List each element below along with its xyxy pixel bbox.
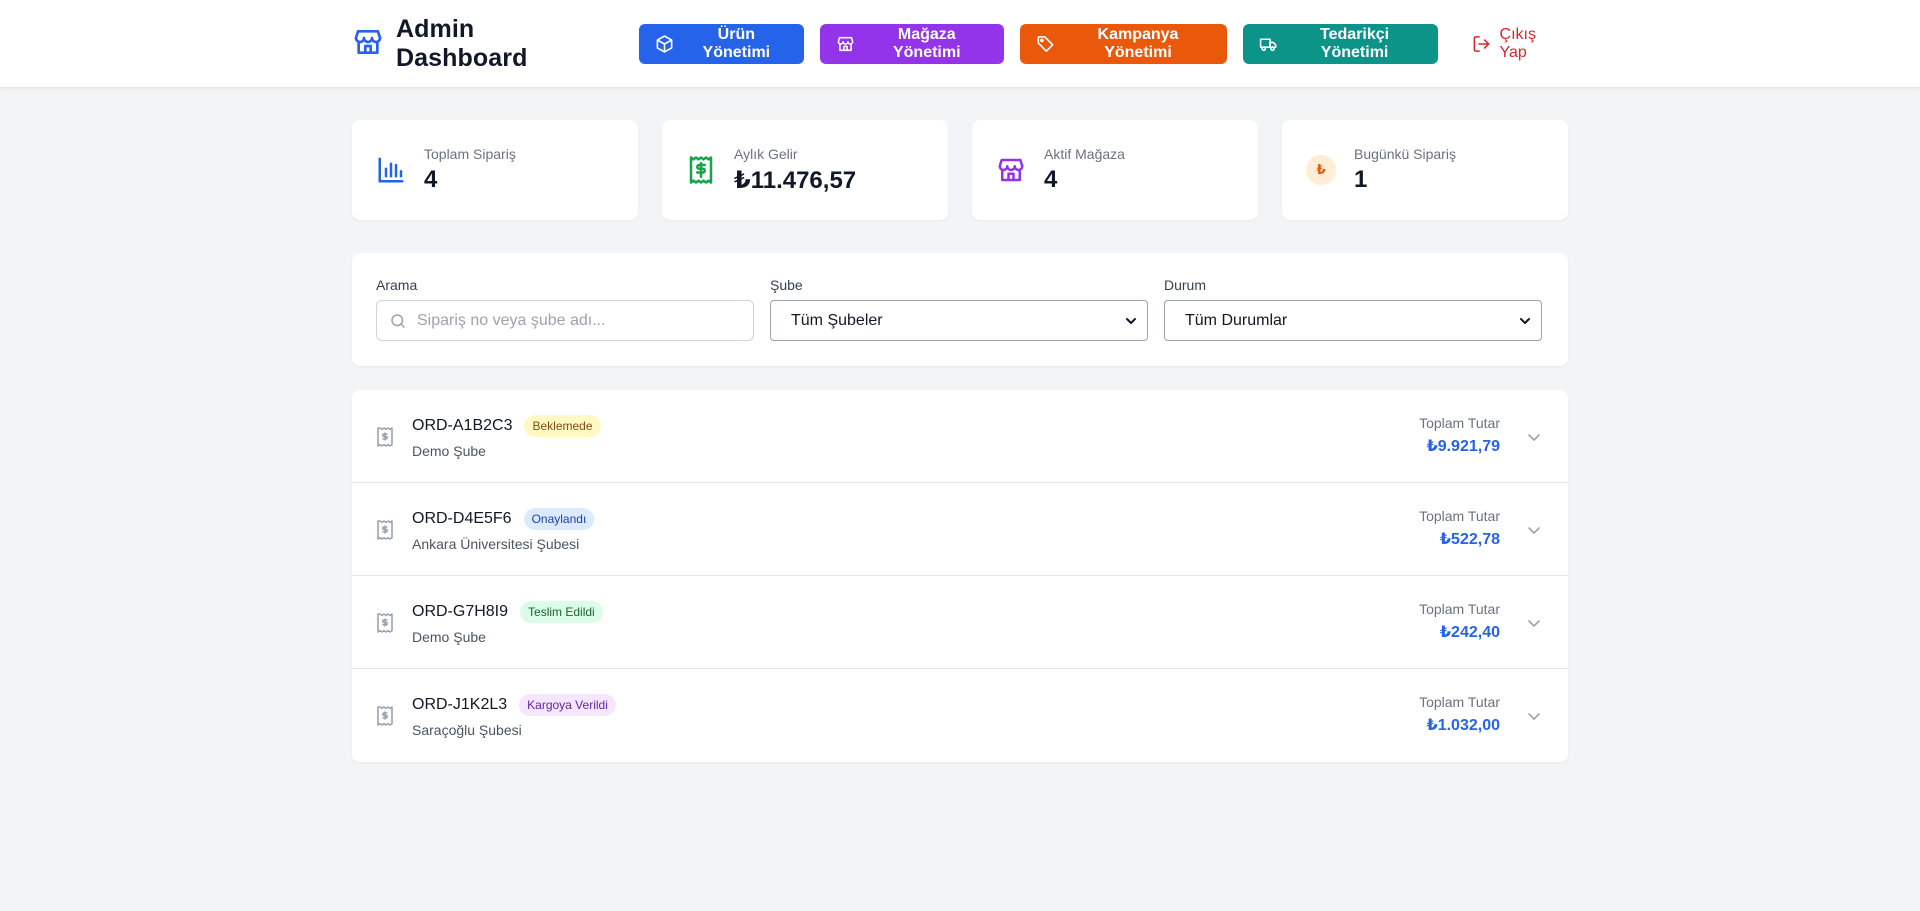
stat-label: Aktif Mağaza bbox=[1044, 146, 1125, 162]
logout-button[interactable]: Çıkış Yap bbox=[1468, 26, 1568, 62]
order-branch: Demo Şube bbox=[412, 443, 486, 459]
stat-value: 4 bbox=[1044, 166, 1058, 193]
order-branch: Demo Şube bbox=[412, 629, 486, 645]
status-select-value: Tüm Durumlar bbox=[1185, 311, 1288, 329]
box-icon bbox=[657, 35, 673, 53]
total-label: Toplam Tutar bbox=[1419, 415, 1500, 431]
order-id: ORD-D4E5F6 bbox=[412, 510, 512, 527]
stat-card-active-stores: Aktif Mağaza 4 bbox=[972, 120, 1258, 220]
receipt-dollar-icon bbox=[377, 613, 393, 633]
filter-panel: Arama Şube Tüm Şubeler Durum Tüm Durumla… bbox=[352, 253, 1568, 366]
chevron-down-icon[interactable] bbox=[1526, 522, 1542, 538]
stat-label: Bugünkü Sipariş bbox=[1354, 146, 1456, 162]
store-management-button[interactable]: Mağaza Yönetimi bbox=[820, 24, 1005, 64]
stat-value: 4 bbox=[424, 166, 438, 193]
status-select[interactable]: Tüm Durumlar bbox=[1164, 300, 1542, 341]
total-label: Toplam Tutar bbox=[1419, 694, 1500, 710]
stat-value: 1 bbox=[1354, 166, 1368, 193]
status-label: Durum bbox=[1164, 277, 1207, 293]
tag-icon bbox=[1037, 36, 1054, 52]
order-id: ORD-G7H8I9 bbox=[412, 603, 509, 620]
order-branch: Saraçoğlu Şubesi bbox=[412, 722, 522, 738]
receipt-dollar-icon bbox=[686, 155, 716, 185]
status-badge: Kargoya Verildi bbox=[519, 694, 616, 716]
order-id: ORD-J1K2L3 bbox=[412, 696, 508, 713]
product-management-button[interactable]: Ürün Yönetimi bbox=[639, 24, 805, 64]
receipt-dollar-icon bbox=[377, 706, 393, 726]
order-row[interactable]: ORD-J1K2L3 Kargoya Verildi Saraçoğlu Şub… bbox=[352, 669, 1568, 762]
search-icon bbox=[391, 314, 405, 328]
stat-label: Aylık Gelir bbox=[734, 145, 798, 162]
chevron-down-icon[interactable] bbox=[1526, 708, 1542, 724]
store-icon bbox=[352, 26, 384, 63]
stats-row: Toplam Sipariş 4 Aylık Gelir ₺11.476,57 … bbox=[352, 120, 1568, 220]
page-title: Admin Dashboard bbox=[396, 15, 528, 72]
total-value: ₺242,40 bbox=[1439, 624, 1500, 641]
status-filter: Durum Tüm Durumlar bbox=[1164, 277, 1542, 366]
campaign-management-button[interactable]: Kampanya Yönetimi bbox=[1020, 24, 1227, 64]
chevron-down-icon bbox=[1520, 318, 1530, 324]
nav-label: Mağaza Yönetimi bbox=[892, 26, 961, 61]
total-value: ₺9.921,79 bbox=[1426, 438, 1500, 455]
branch-label: Şube bbox=[770, 277, 803, 293]
nav-label: Kampanya Yönetimi bbox=[1097, 26, 1179, 61]
status-badge: Beklemede bbox=[524, 415, 601, 437]
main-nav: Ürün Yönetimi Mağaza Yönetimi Kampanya Y… bbox=[639, 24, 1568, 64]
stat-card-monthly-revenue: Aylık Gelir ₺11.476,57 bbox=[662, 120, 948, 220]
receipt-dollar-icon bbox=[377, 427, 393, 447]
lira-icon: ₺ bbox=[1306, 155, 1336, 185]
branch-filter: Şube Tüm Şubeler bbox=[770, 277, 1148, 366]
stat-label: Toplam Sipariş bbox=[424, 146, 516, 162]
supplier-management-button[interactable]: Tedarikçi Yönetimi bbox=[1242, 24, 1438, 64]
truck-icon bbox=[1259, 38, 1277, 52]
bar-chart-icon bbox=[376, 155, 406, 185]
search-input[interactable] bbox=[417, 301, 747, 340]
store-icon bbox=[837, 36, 854, 52]
status-badge: Onaylandı bbox=[523, 508, 595, 530]
search-filter: Arama bbox=[376, 277, 754, 366]
total-label: Toplam Tutar bbox=[1419, 601, 1500, 617]
receipt-dollar-icon bbox=[377, 520, 393, 540]
order-list: ORD-A1B2C3 Beklemede Demo Şube Toplam Tu… bbox=[352, 390, 1568, 762]
status-badge: Teslim Edildi bbox=[520, 601, 603, 623]
branch-select[interactable]: Tüm Şubeler bbox=[770, 300, 1148, 341]
top-header: Admin Dashboard Ürün Yönetimi Mağaza Yön… bbox=[0, 0, 1920, 88]
search-label: Arama bbox=[376, 277, 418, 293]
logout-label: Çıkış Yap bbox=[1499, 26, 1536, 61]
chevron-down-icon[interactable] bbox=[1526, 429, 1542, 445]
chevron-down-icon[interactable] bbox=[1526, 615, 1542, 631]
total-value: ₺522,78 bbox=[1439, 531, 1500, 548]
order-row[interactable]: ORD-A1B2C3 Beklemede Demo Şube Toplam Tu… bbox=[352, 390, 1568, 483]
search-box bbox=[376, 300, 754, 341]
header-content: Admin Dashboard Ürün Yönetimi Mağaza Yön… bbox=[352, 0, 1568, 88]
stat-card-total-orders: Toplam Sipariş 4 bbox=[352, 120, 638, 220]
total-label: Toplam Tutar bbox=[1419, 508, 1500, 524]
order-branch: Ankara Üniversitesi Şubesi bbox=[412, 536, 580, 552]
order-row[interactable]: ORD-G7H8I9 Teslim Edildi Demo Şube Topla… bbox=[352, 576, 1568, 669]
order-id: ORD-A1B2C3 bbox=[412, 417, 513, 434]
logout-icon bbox=[1473, 36, 1489, 52]
stat-value: ₺11.476,57 bbox=[734, 166, 857, 194]
branch-select-value: Tüm Şubeler bbox=[791, 311, 883, 329]
total-value: ₺1.032,00 bbox=[1426, 717, 1500, 734]
order-row[interactable]: ORD-D4E5F6 Onaylandı Ankara Üniversitesi… bbox=[352, 483, 1568, 576]
stat-card-today-orders: ₺ Bugünkü Sipariş 1 bbox=[1282, 120, 1568, 220]
chevron-down-icon bbox=[1126, 318, 1136, 324]
nav-label: Tedarikçi Yönetimi bbox=[1320, 26, 1390, 61]
brand: Admin Dashboard bbox=[352, 15, 603, 73]
nav-label: Ürün Yönetimi bbox=[702, 26, 771, 61]
store-icon bbox=[996, 155, 1026, 185]
